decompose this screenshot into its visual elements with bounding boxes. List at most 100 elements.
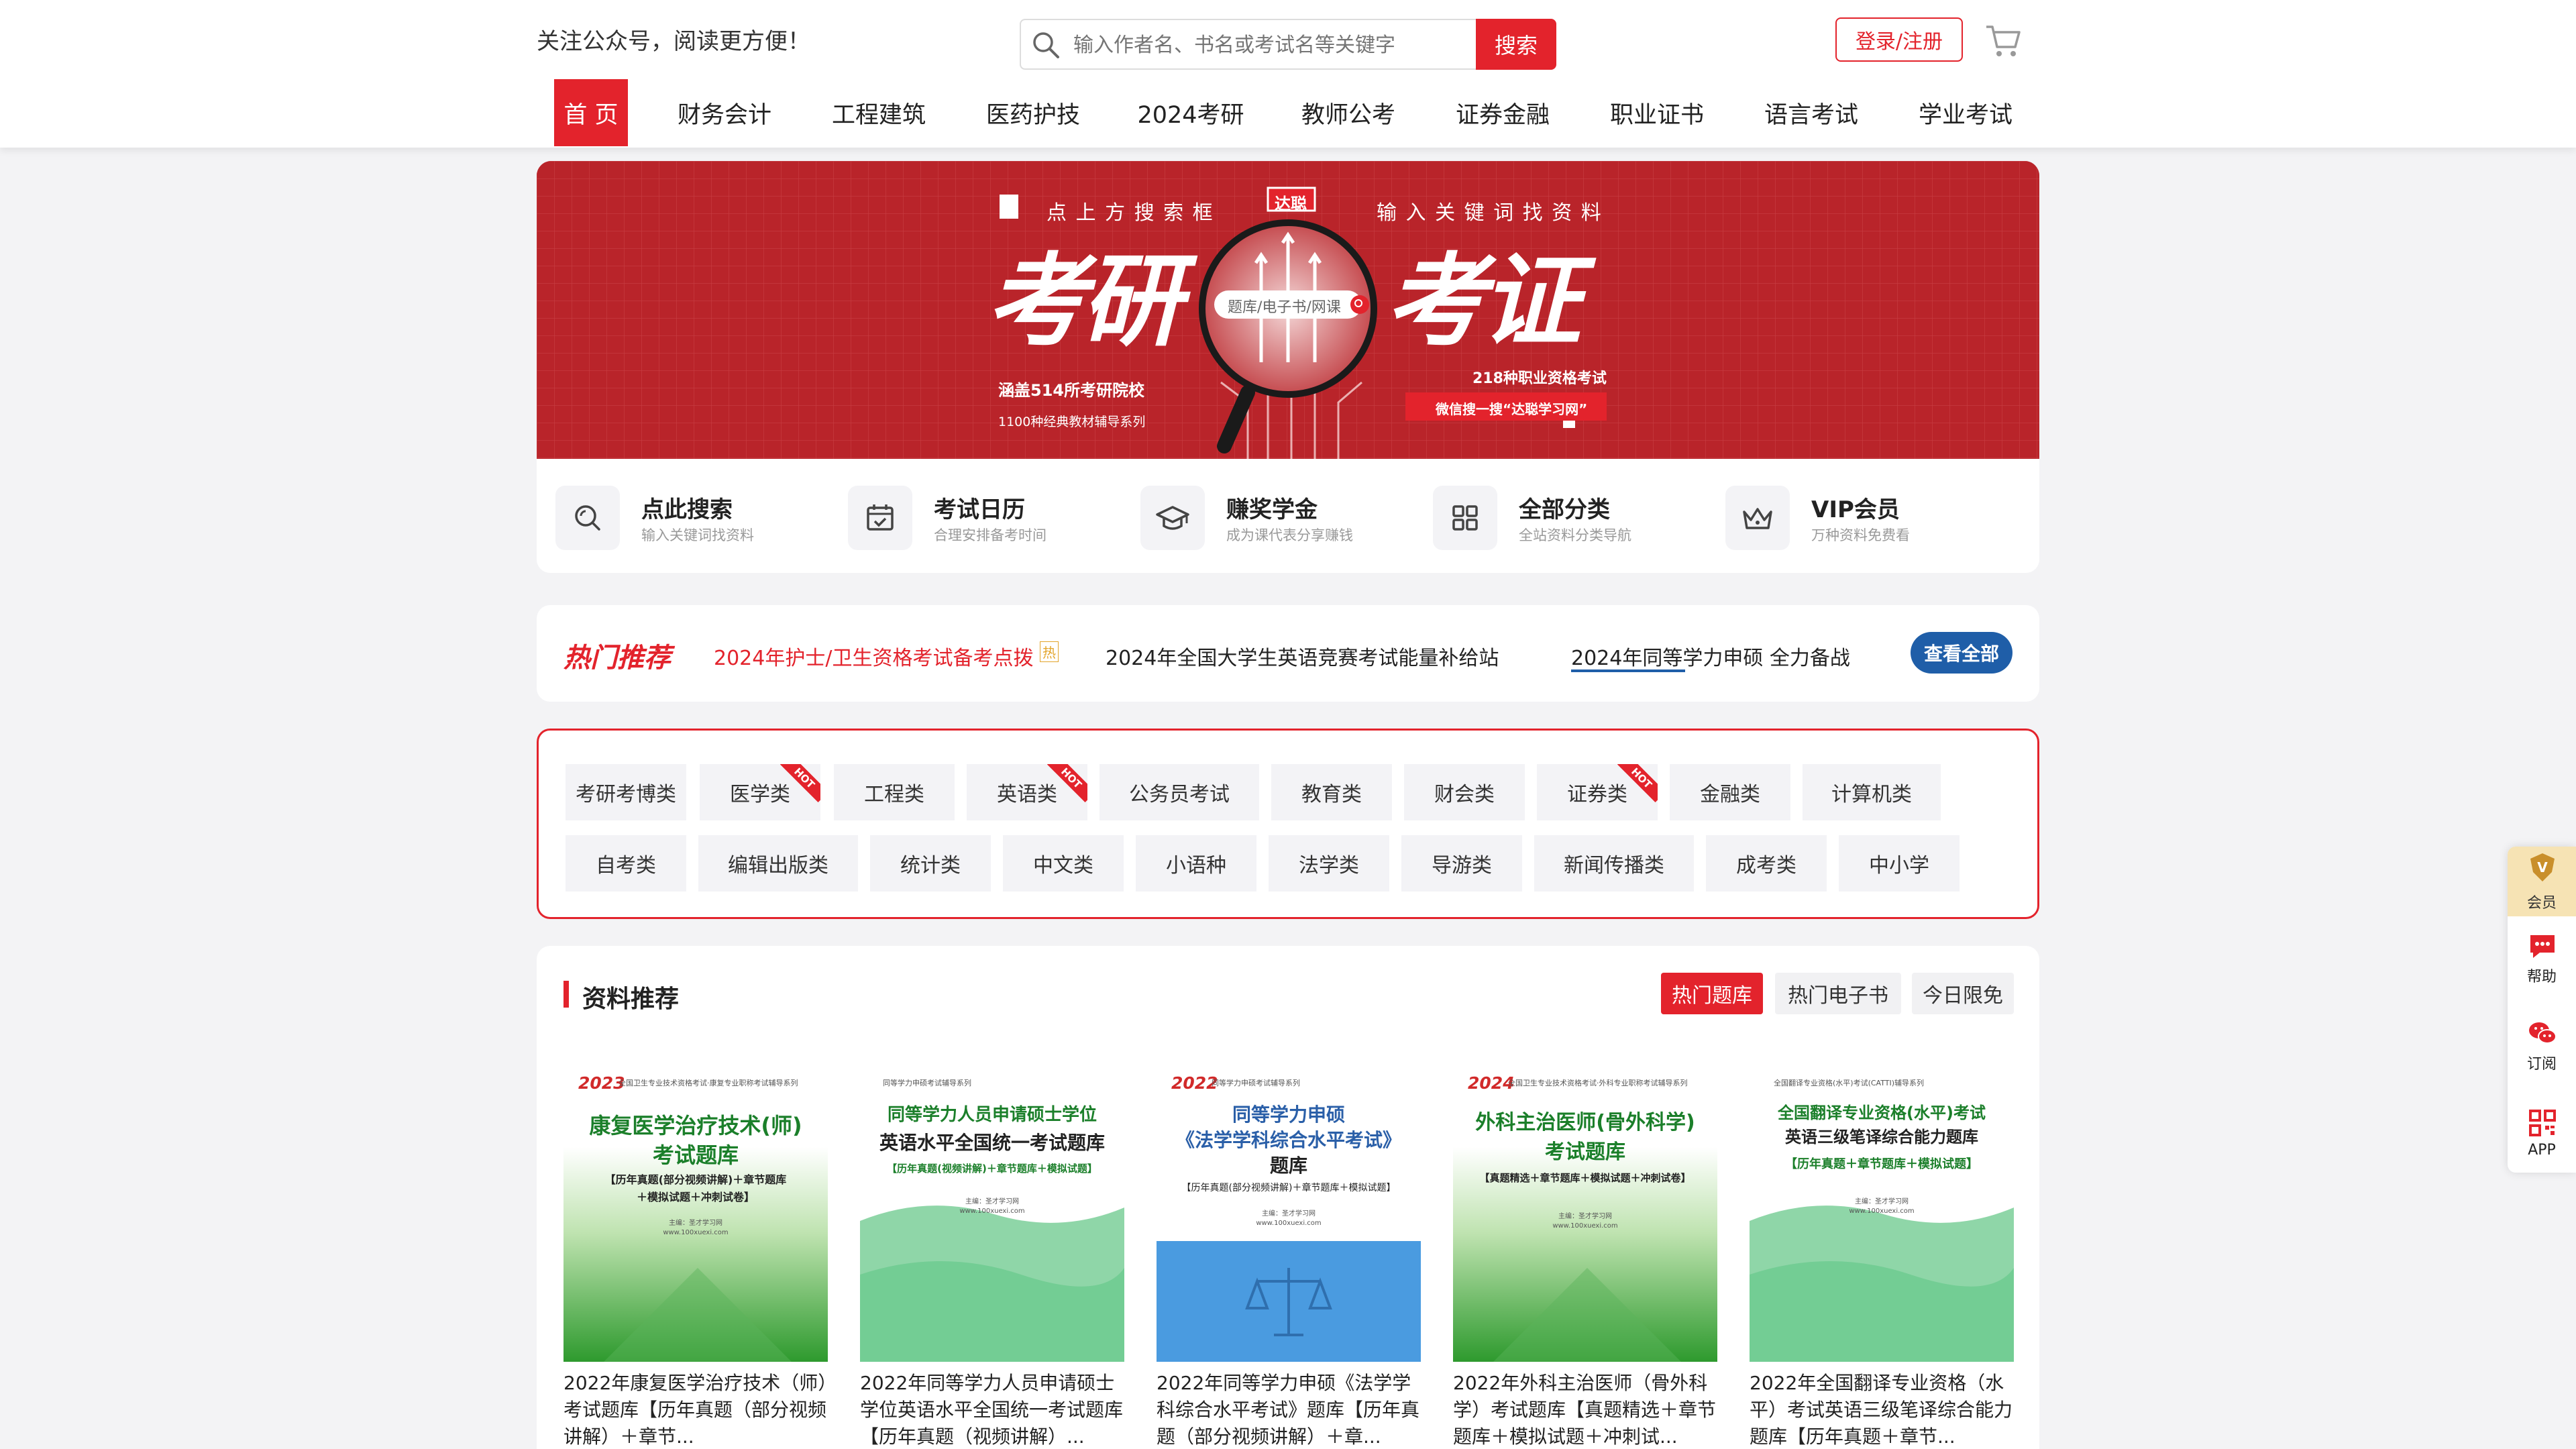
book-series: 全国翻译专业资格(水平)考试(CATTI)辅导系列 — [1774, 1079, 1925, 1087]
login-register-button[interactable]: 登录/注册 — [1835, 17, 1963, 62]
search-button[interactable]: 搜索 — [1476, 19, 1556, 70]
book-sub-1: 【历年真题(视频讲解)＋章节题库＋模拟试题】 — [887, 1163, 1097, 1175]
calendar-icon — [848, 486, 912, 550]
feature-sub: 输入关键词找资料 — [641, 527, 754, 543]
book-heading-1: 外科主治医师(骨外科学) — [1475, 1111, 1695, 1134]
book-sub-1: 【历年真题＋章节题库＋模拟试题】 — [1785, 1157, 1978, 1171]
search-icon — [555, 486, 620, 550]
nav-teacher-civil[interactable]: 教师公考 — [1288, 79, 1409, 146]
feature-scholarship[interactable]: 赚奖学金 成为课代表分享赚钱 — [1140, 486, 1429, 550]
nav-2024-kaoyan[interactable]: 2024考研 — [1127, 79, 1254, 146]
category-tag[interactable]: 导游类 — [1401, 835, 1522, 892]
category-tag[interactable]: 金融类 — [1670, 764, 1790, 820]
nav-professional-cert[interactable]: 职业证书 — [1597, 79, 1717, 146]
category-tag[interactable]: 证券类 HOT — [1537, 764, 1658, 820]
book-heading-1: 全国翻译专业资格(水平)考试 — [1778, 1104, 1986, 1122]
nav-finance-accounting[interactable]: 财务会计 — [664, 79, 785, 146]
wechat-icon — [2529, 1022, 2557, 1044]
book-site: www.100xuexi.com — [663, 1229, 729, 1236]
banner-left-line2: 1100种经典教材辅导系列 — [998, 415, 1146, 429]
category-tag[interactable]: 计算机类 — [1803, 764, 1941, 820]
book-card[interactable]: 全国翻译专业资格(水平)考试(CATTI)辅导系列 全国翻译专业资格(水平)考试… — [1750, 1063, 2014, 1449]
book-author: 主编：圣才学习网 — [1855, 1198, 1909, 1205]
book-sub-1: 【历年真题(部分视频讲解)＋章节题库＋模拟试题】 — [1181, 1183, 1396, 1193]
hot-link-1[interactable]: 2024年护士/卫生资格考试备考点拨 热 — [714, 641, 1059, 671]
nav-home[interactable]: 首 页 — [554, 79, 628, 146]
book-card[interactable]: 2024 全国卫生专业技术资格考试·外科专业职称考试辅导系列 外科主治医师(骨外… — [1453, 1063, 1717, 1449]
feature-vip[interactable]: VIP会员 万种资料免费看 — [1725, 486, 2014, 550]
book-cover[interactable]: 2023 全国卫生专业技术资格考试·康复专业职称考试辅导系列 康复医学治疗技术(… — [564, 1063, 828, 1362]
book-series: 全国卫生专业技术资格考试·康复专业职称考试辅导系列 — [619, 1079, 798, 1087]
category-tag[interactable]: 教育类 — [1271, 764, 1392, 820]
floating-sidebar: V 会员 帮助 订阅 APP — [2508, 847, 2576, 1173]
book-title[interactable]: 2022年同等学力申硕《法学学科综合水平考试》题库【历年真题（部分视频讲解）＋章… — [1157, 1370, 1421, 1449]
sidebar-vip[interactable]: V 会员 — [2508, 847, 2576, 916]
book-cover[interactable]: 2024 全国卫生专业技术资格考试·外科专业职称考试辅导系列 外科主治医师(骨外… — [1453, 1063, 1717, 1362]
vip-crown-icon: V — [2530, 853, 2555, 881]
view-all-button[interactable]: 查看全部 — [1911, 632, 2012, 674]
promo-banner[interactable]: 点 上 方 搜 索 框 输 入 关 键 词 找 资 料 达聪 考研 考证 题库/… — [537, 161, 2039, 459]
category-tag[interactable]: 自考类 — [566, 835, 686, 892]
category-panel: 考研考博类 医学类 HOT 工程类 英语类 HOT 公务员考试 教育类 财会类 证券… — [537, 729, 2039, 919]
cover-green-waves — [1750, 1205, 2014, 1362]
book-title[interactable]: 2022年外科主治医师（骨外科学）考试题库【真题精选＋章节题库＋模拟试题＋冲刺试… — [1453, 1370, 1717, 1449]
feature-title: 全部分类 — [1519, 496, 1610, 523]
category-tag[interactable]: 中文类 — [1003, 835, 1124, 892]
category-tag[interactable]: 小语种 — [1136, 835, 1256, 892]
category-tag[interactable]: 成考类 — [1706, 835, 1827, 892]
book-heading-2: 考试题库 — [1545, 1140, 1625, 1164]
sidebar-label: 会员 — [2526, 895, 2557, 912]
nav-securities-finance[interactable]: 证券金融 — [1442, 79, 1563, 146]
tab-hot-question-bank[interactable]: 热门题库 — [1661, 973, 1763, 1014]
category-tag[interactable]: 财会类 — [1404, 764, 1525, 820]
tab-today-free[interactable]: 今日限免 — [1912, 973, 2014, 1014]
book-card[interactable]: 同等学力申硕考试辅导系列 同等学力人员申请硕士学位 英语水平全国统一考试题库 【… — [860, 1063, 1124, 1449]
category-tag[interactable]: 医学类 HOT — [700, 764, 820, 820]
book-cover[interactable]: 全国翻译专业资格(水平)考试(CATTI)辅导系列 全国翻译专业资格(水平)考试… — [1750, 1063, 2014, 1362]
feature-search[interactable]: 点此搜索 输入关键词找资料 — [555, 486, 844, 550]
category-tag[interactable]: 统计类 — [870, 835, 991, 892]
hot-link-3[interactable]: 2024年同等学力申硕 全力备战 — [1571, 641, 1850, 671]
book-author: 主编：圣才学习网 — [1262, 1210, 1316, 1218]
cart-icon[interactable] — [1984, 23, 2022, 59]
book-site: www.100xuexi.com — [1552, 1222, 1618, 1230]
qr-code-icon — [2529, 1110, 2556, 1136]
book-card[interactable]: 2022 同等学力申硕考试辅导系列 同等学力申硕 《法学学科综合水平考试》 题库… — [1157, 1063, 1421, 1449]
category-tag[interactable]: 新闻传播类 — [1534, 835, 1694, 892]
sidebar-subscribe[interactable]: 订阅 — [2508, 1008, 2576, 1077]
hot-link-text[interactable]: 2024年护士/卫生资格考试备考点拨 — [714, 647, 1033, 670]
book-card[interactable]: 2023 全国卫生专业技术资格考试·康复专业职称考试辅导系列 康复医学治疗技术(… — [564, 1063, 828, 1449]
category-tag[interactable]: 法学类 — [1269, 835, 1389, 892]
book-title[interactable]: 2022年康复医学治疗技术（师）考试题库【历年真题（部分视频讲解）＋章节... — [564, 1370, 828, 1449]
feature-calendar[interactable]: 考试日历 合理安排备考时间 — [848, 486, 1136, 550]
nav-engineering[interactable]: 工程建筑 — [818, 79, 939, 146]
sidebar-app[interactable]: APP — [2508, 1097, 2576, 1167]
book-cover[interactable]: 同等学力申硕考试辅导系列 同等学力人员申请硕士学位 英语水平全国统一考试题库 【… — [860, 1063, 1124, 1362]
category-tag[interactable]: 工程类 — [834, 764, 955, 820]
category-tag[interactable]: 公务员考试 — [1099, 764, 1259, 820]
category-tag[interactable]: 考研考博类 — [566, 764, 686, 820]
book-sub-1: 【历年真题(部分视频讲解)＋章节题库 — [604, 1173, 787, 1186]
tab-hot-ebook[interactable]: 热门电子书 — [1775, 973, 1901, 1014]
category-tag[interactable]: 编辑出版类 — [698, 835, 858, 892]
category-tag[interactable]: 英语类 HOT — [967, 764, 1087, 820]
feature-all-categories[interactable]: 全部分类 全站资料分类导航 — [1433, 486, 1721, 550]
hot-link-2[interactable]: 2024年全国大学生英语竞赛考试能量补给站 — [1106, 641, 1499, 671]
book-sub-1: 【真题精选＋章节题库＋模拟试题＋冲刺试卷】 — [1479, 1172, 1691, 1184]
book-author: 主编：圣才学习网 — [965, 1198, 1019, 1205]
nav-academic-exams[interactable]: 学业考试 — [1905, 79, 2026, 146]
banner-left-line1: 涵盖514所考研院校 — [998, 381, 1145, 400]
search-box[interactable]: 搜索 — [1020, 19, 1556, 70]
nav-language-exams[interactable]: 语言考试 — [1751, 79, 1872, 146]
search-input[interactable] — [1073, 30, 1449, 60]
material-recommend: 资料推荐 热门题库 热门电子书 今日限免 2023 全国卫生专业技术资格考试·康… — [537, 946, 2039, 1449]
book-site: www.100xuexi.com — [1256, 1220, 1322, 1227]
feature-title: VIP会员 — [1811, 496, 1900, 523]
nav-medicine[interactable]: 医药护技 — [973, 79, 1093, 146]
book-title[interactable]: 2022年同等学力人员申请硕士学位英语水平全国统一考试题库【历年真题（视频讲解）… — [860, 1370, 1124, 1449]
banner-big-right: 考证 — [1385, 244, 1581, 360]
book-title[interactable]: 2022年全国翻译专业资格（水平）考试英语三级笔译综合能力题库【历年真题＋章节.… — [1750, 1370, 2014, 1449]
sidebar-help[interactable]: 帮助 — [2508, 920, 2576, 990]
book-cover[interactable]: 2022 同等学力申硕考试辅导系列 同等学力申硕 《法学学科综合水平考试》 题库… — [1157, 1063, 1421, 1362]
category-tag[interactable]: 中小学 — [1839, 835, 1960, 892]
